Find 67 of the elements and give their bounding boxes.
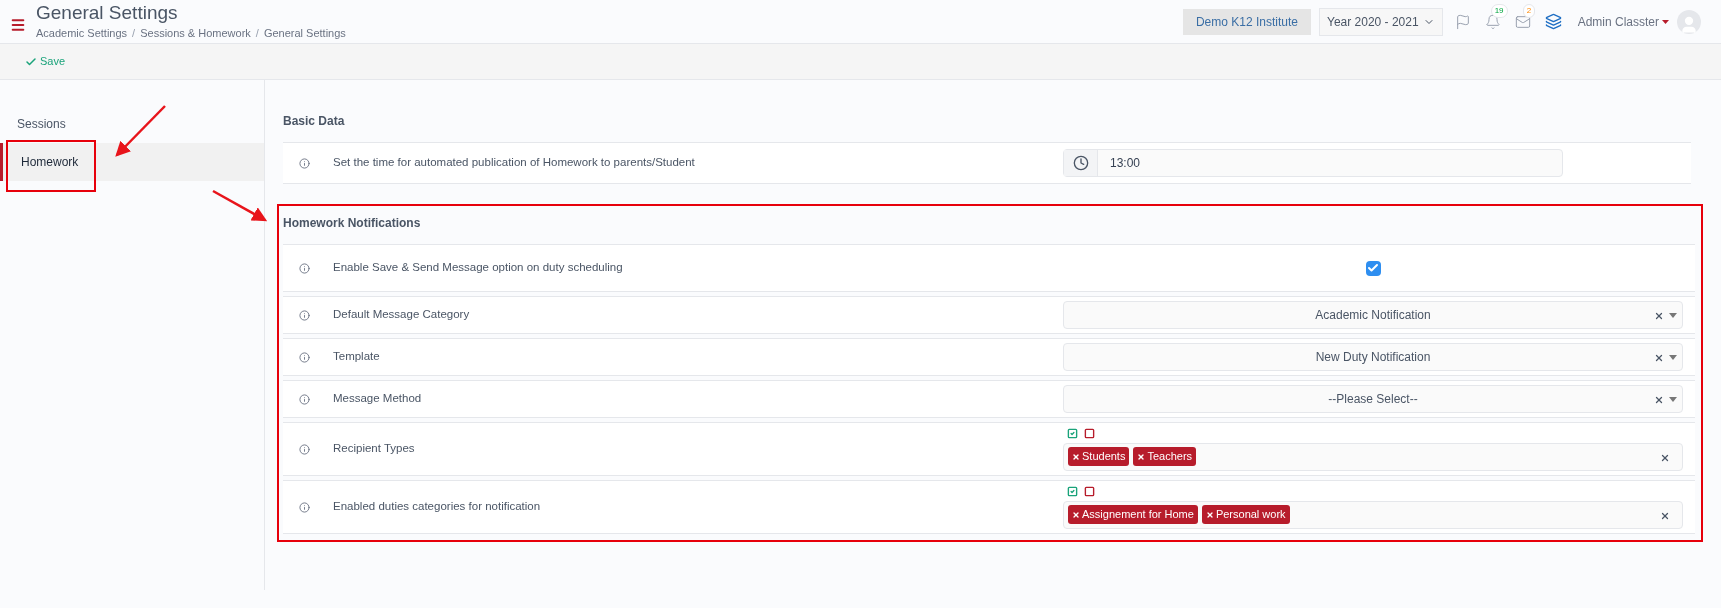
institute-label: Demo K12 Institute	[1182, 8, 1311, 35]
info-icon[interactable]	[299, 157, 310, 169]
breadcrumb-separator: /	[132, 26, 136, 42]
check-icon	[25, 55, 37, 68]
time-value: 13:00	[1109, 155, 1142, 172]
bell-icon[interactable]	[1484, 13, 1501, 30]
select-all-icon[interactable]	[1067, 427, 1078, 439]
caret-icon	[1669, 313, 1677, 319]
info-icon[interactable]	[299, 501, 310, 513]
caret-icon	[1662, 19, 1669, 24]
select-field[interactable]: --Please Select--	[1063, 385, 1683, 413]
menu-icon[interactable]	[10, 16, 26, 33]
sidebar-item[interactable]: Homework	[0, 143, 264, 181]
tag-chip[interactable]: Students	[1068, 447, 1130, 466]
annotation-arrow	[212, 189, 268, 222]
tag-chip[interactable]: Teachers	[1133, 447, 1197, 466]
info-icon[interactable]	[299, 351, 310, 363]
breadcrumb-separator: /	[255, 26, 259, 42]
mail-icon[interactable]	[1514, 13, 1531, 30]
clear-icon[interactable]	[1660, 510, 1670, 521]
checkbox[interactable]	[1365, 260, 1381, 276]
flag-icon[interactable]	[1454, 13, 1471, 30]
clear-icon[interactable]	[1660, 452, 1670, 463]
setting-label: Recipient Types	[333, 441, 416, 457]
select-field[interactable]: New Duty Notification	[1063, 343, 1683, 371]
info-icon[interactable]	[299, 309, 310, 321]
caret-icon	[1669, 397, 1677, 403]
remove-icon[interactable]	[1137, 452, 1146, 461]
clear-icon[interactable]	[1654, 353, 1664, 363]
setting-label: Default Message Category	[333, 307, 471, 323]
clear-icon[interactable]	[1654, 395, 1664, 405]
tag-chip[interactable]: Personal work	[1201, 505, 1290, 524]
layers-plus-icon[interactable]	[1544, 13, 1562, 30]
setting-label: Template	[333, 349, 381, 365]
year-dropdown[interactable]: Year 2020 - 2021	[1319, 7, 1443, 36]
setting-label: Set the time for automated publication of Homework to parents/Student	[333, 155, 696, 171]
select-field[interactable]: Academic Notification	[1063, 301, 1683, 329]
tag-chip[interactable]: Assignement for Home	[1068, 505, 1198, 524]
breadcrumb-link[interactable]: Sessions & Homework	[140, 25, 251, 42]
multi-select-field[interactable]: Students Teachers	[1063, 442, 1683, 471]
caret-icon	[1669, 355, 1677, 361]
select-all-icon[interactable]	[1067, 485, 1078, 497]
clear-icon[interactable]	[1654, 311, 1664, 321]
setting-label: Enabled duties categories for notification	[333, 499, 542, 515]
deselect-all-icon[interactable]	[1084, 427, 1095, 439]
time-field[interactable]: 13:00	[1063, 149, 1563, 177]
page-title: General Settings	[36, 1, 179, 26]
info-icon[interactable]	[299, 393, 310, 405]
breadcrumb-link[interactable]: General Settings	[263, 25, 346, 42]
message-badge: 2	[1522, 3, 1536, 18]
breadcrumb-link[interactable]: Academic Settings	[36, 25, 128, 42]
section-title: Basic Data	[283, 113, 346, 130]
sidebar-item[interactable]: Sessions	[0, 105, 264, 143]
info-icon[interactable]	[299, 443, 310, 455]
remove-icon[interactable]	[1072, 510, 1080, 519]
setting-label: Enable Save & Send Message option on duty scheduling	[333, 260, 624, 276]
annotation-arrow	[115, 105, 166, 157]
clock-icon	[1072, 155, 1089, 171]
notification-badge: 19	[1490, 3, 1508, 18]
user-menu[interactable]: Admin Classter	[1577, 12, 1669, 31]
multi-select-field[interactable]: Assignement for Home Personal work	[1063, 500, 1683, 529]
remove-icon[interactable]	[1205, 510, 1214, 519]
setting-label: Message Method	[333, 391, 423, 407]
remove-icon[interactable]	[1072, 452, 1080, 461]
deselect-all-icon[interactable]	[1084, 485, 1095, 497]
section-title: Homework Notifications	[283, 215, 422, 232]
info-icon[interactable]	[299, 262, 310, 274]
